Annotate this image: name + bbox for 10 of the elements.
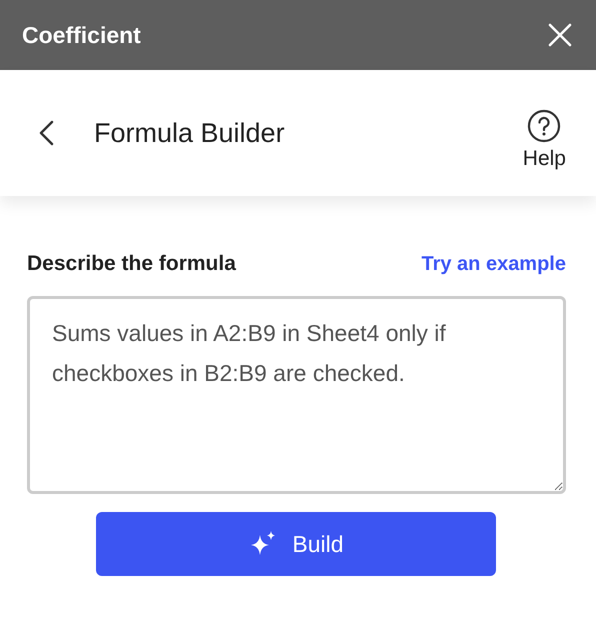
description-field[interactable]: Sums values in A2:B9 in Sheet4 only if checkboxes in B2:B9 are checked. <box>27 296 566 494</box>
page-title: Formula Builder <box>94 118 286 148</box>
window-title: Coefficient <box>22 22 141 48</box>
build-button[interactable]: Build <box>96 512 496 576</box>
back-icon[interactable] <box>38 120 54 146</box>
example-link[interactable]: Try an example <box>421 252 566 276</box>
field-label: Describe the formula <box>27 252 236 276</box>
help-icon <box>527 109 562 143</box>
help-button[interactable]: Help <box>522 109 566 171</box>
close-icon[interactable] <box>548 23 572 47</box>
